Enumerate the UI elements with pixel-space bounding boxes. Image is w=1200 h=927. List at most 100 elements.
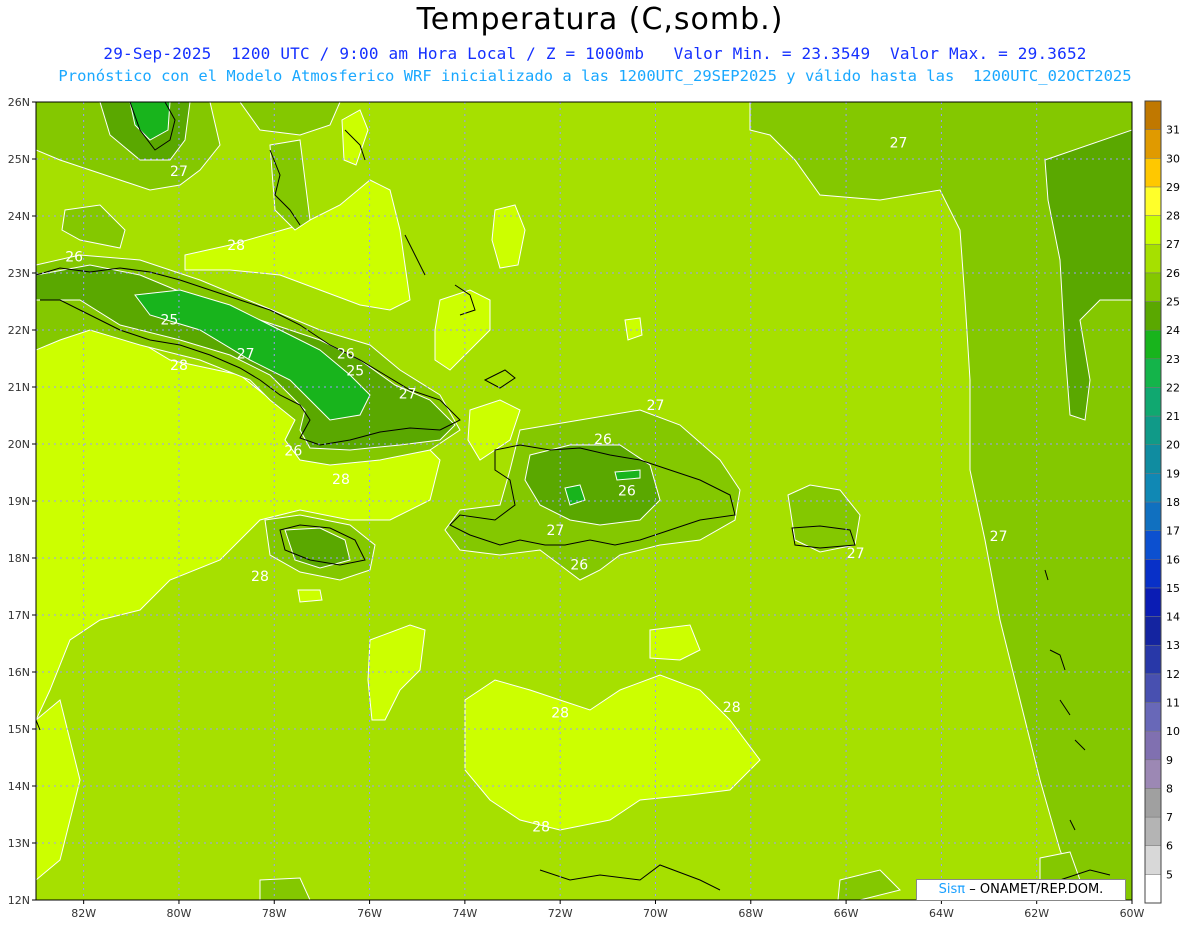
contour-label: 28 <box>332 472 350 488</box>
contour-label: 26 <box>65 250 83 266</box>
lon-tick-label: 70W <box>643 907 668 920</box>
colorbar-swatch <box>1144 301 1162 331</box>
credit-box: Sisπ – ONAMET/REP.DOM. <box>916 879 1126 901</box>
colorbar-label: 30 <box>1166 152 1180 165</box>
lat-tick-label: 26N <box>8 96 30 109</box>
colorbar-swatch <box>1144 587 1162 617</box>
colorbar-label: 18 <box>1166 496 1180 509</box>
colorbar-swatch <box>1144 730 1162 761</box>
colorbar-swatch <box>1144 616 1162 646</box>
lat-tick-label: 21N <box>8 381 30 394</box>
lon-tick-label: 62W <box>1024 907 1049 920</box>
colorbar-label: 25 <box>1166 296 1180 309</box>
colorbar-swatch <box>1144 816 1162 846</box>
colorbar-label: 22 <box>1166 381 1180 394</box>
contour-label: 27 <box>546 523 564 539</box>
lat-tick-label: 24N <box>8 210 30 223</box>
lon-tick-label: 68W <box>738 907 763 920</box>
lon-tick-label: 64W <box>929 907 954 920</box>
colorbar-label: 11 <box>1166 697 1180 710</box>
contour-label: 27 <box>237 347 255 363</box>
contour-label: 28 <box>532 820 550 836</box>
colorbar-label: 21 <box>1166 410 1180 423</box>
lon-tick-label: 82W <box>71 907 96 920</box>
colorbar-swatch <box>1144 415 1162 445</box>
contour-label: 26 <box>284 443 302 459</box>
contour-label: 28 <box>551 706 569 722</box>
colorbar-label: 24 <box>1166 324 1180 337</box>
contour-label: 27 <box>170 164 188 180</box>
colorbar-swatch <box>1144 243 1162 274</box>
lat-tick-label: 15N <box>8 723 30 736</box>
colorbar-label: 26 <box>1166 267 1180 280</box>
contour-label: 25 <box>161 312 179 328</box>
contour-label: 28 <box>723 700 741 716</box>
colorbar-swatch <box>1144 788 1162 818</box>
colorbar-label: 6 <box>1166 840 1173 853</box>
colorbar-swatch <box>1144 100 1162 130</box>
contour-label: 26 <box>337 347 355 363</box>
lon-tick-label: 66W <box>834 907 859 920</box>
lat-tick-label: 14N <box>8 780 30 793</box>
contour-label: 27 <box>990 529 1008 545</box>
colorbar-swatch <box>1144 673 1162 703</box>
contour-label: 27 <box>890 136 908 152</box>
colorbar-label: 8 <box>1166 782 1173 795</box>
colorbar-swatch <box>1144 473 1162 503</box>
lat-tick-label: 18N <box>8 552 30 565</box>
lon-tick-label: 80W <box>167 907 192 920</box>
lat-tick-label: 12N <box>8 894 30 907</box>
colorbar-label: 15 <box>1166 582 1180 595</box>
contour-label: 27 <box>847 546 865 562</box>
lat-tick-label: 25N <box>8 153 30 166</box>
lon-tick-label: 74W <box>452 907 477 920</box>
contour-label: 28 <box>227 238 245 254</box>
colorbar-label: 5 <box>1166 868 1173 881</box>
colorbar-swatch <box>1144 702 1162 732</box>
lat-tick-label: 22N <box>8 324 30 337</box>
lat-tick-label: 16N <box>8 666 30 679</box>
colorbar-swatch <box>1144 501 1162 531</box>
contour-label: 26 <box>618 483 636 499</box>
lon-tick-label: 78W <box>262 907 287 920</box>
colorbar-label: 16 <box>1166 553 1180 566</box>
lat-tick-label: 13N <box>8 837 30 850</box>
colorbar-label: 12 <box>1166 668 1180 681</box>
colorbar-swatch <box>1144 845 1162 875</box>
colorbar-swatch <box>1144 158 1162 188</box>
colorbar-swatch <box>1144 559 1162 589</box>
lat-tick-label: 23N <box>8 267 30 280</box>
lon-tick-label: 60W <box>1120 907 1145 920</box>
lat-tick-label: 17N <box>8 609 30 622</box>
colorbar-swatch <box>1144 444 1162 474</box>
colorbar-label: 23 <box>1166 353 1180 366</box>
colorbar-label: 20 <box>1166 439 1180 452</box>
contour-label: 27 <box>399 386 417 402</box>
colorbar-label: 10 <box>1166 725 1180 738</box>
colorbar-swatch <box>1144 358 1162 388</box>
colorbar-label: 27 <box>1166 238 1180 251</box>
colorbar-label: 14 <box>1166 611 1180 624</box>
contour-label: 26 <box>570 557 588 573</box>
temperature-map: 2728262527282625272628282726262726272727… <box>8 96 1180 920</box>
colorbar-swatch <box>1144 186 1162 216</box>
colorbar-swatch <box>1144 129 1162 159</box>
lat-tick-label: 19N <box>8 495 30 508</box>
lat-tick-label: 20N <box>8 438 30 451</box>
contour-label: 26 <box>594 432 612 448</box>
colorbar-label: 19 <box>1166 467 1180 480</box>
colorbar-label: 31 <box>1166 124 1180 137</box>
contour-label: 28 <box>170 358 188 374</box>
colorbar-swatch <box>1144 387 1162 417</box>
credit-organization: – ONAMET/REP.DOM. <box>969 882 1104 897</box>
colorbar-label: 28 <box>1166 210 1180 223</box>
colorbar-swatch <box>1144 272 1162 302</box>
sispi-logo-text: Sisπ <box>938 882 966 897</box>
contour-label: 27 <box>647 398 665 414</box>
colorbar-swatch <box>1144 644 1162 675</box>
contour-label: 28 <box>251 569 269 585</box>
colorbar-swatch <box>1144 329 1162 360</box>
colorbar-swatch <box>1144 759 1162 789</box>
colorbar-label: 29 <box>1166 181 1180 194</box>
contour-label: 25 <box>346 364 364 380</box>
